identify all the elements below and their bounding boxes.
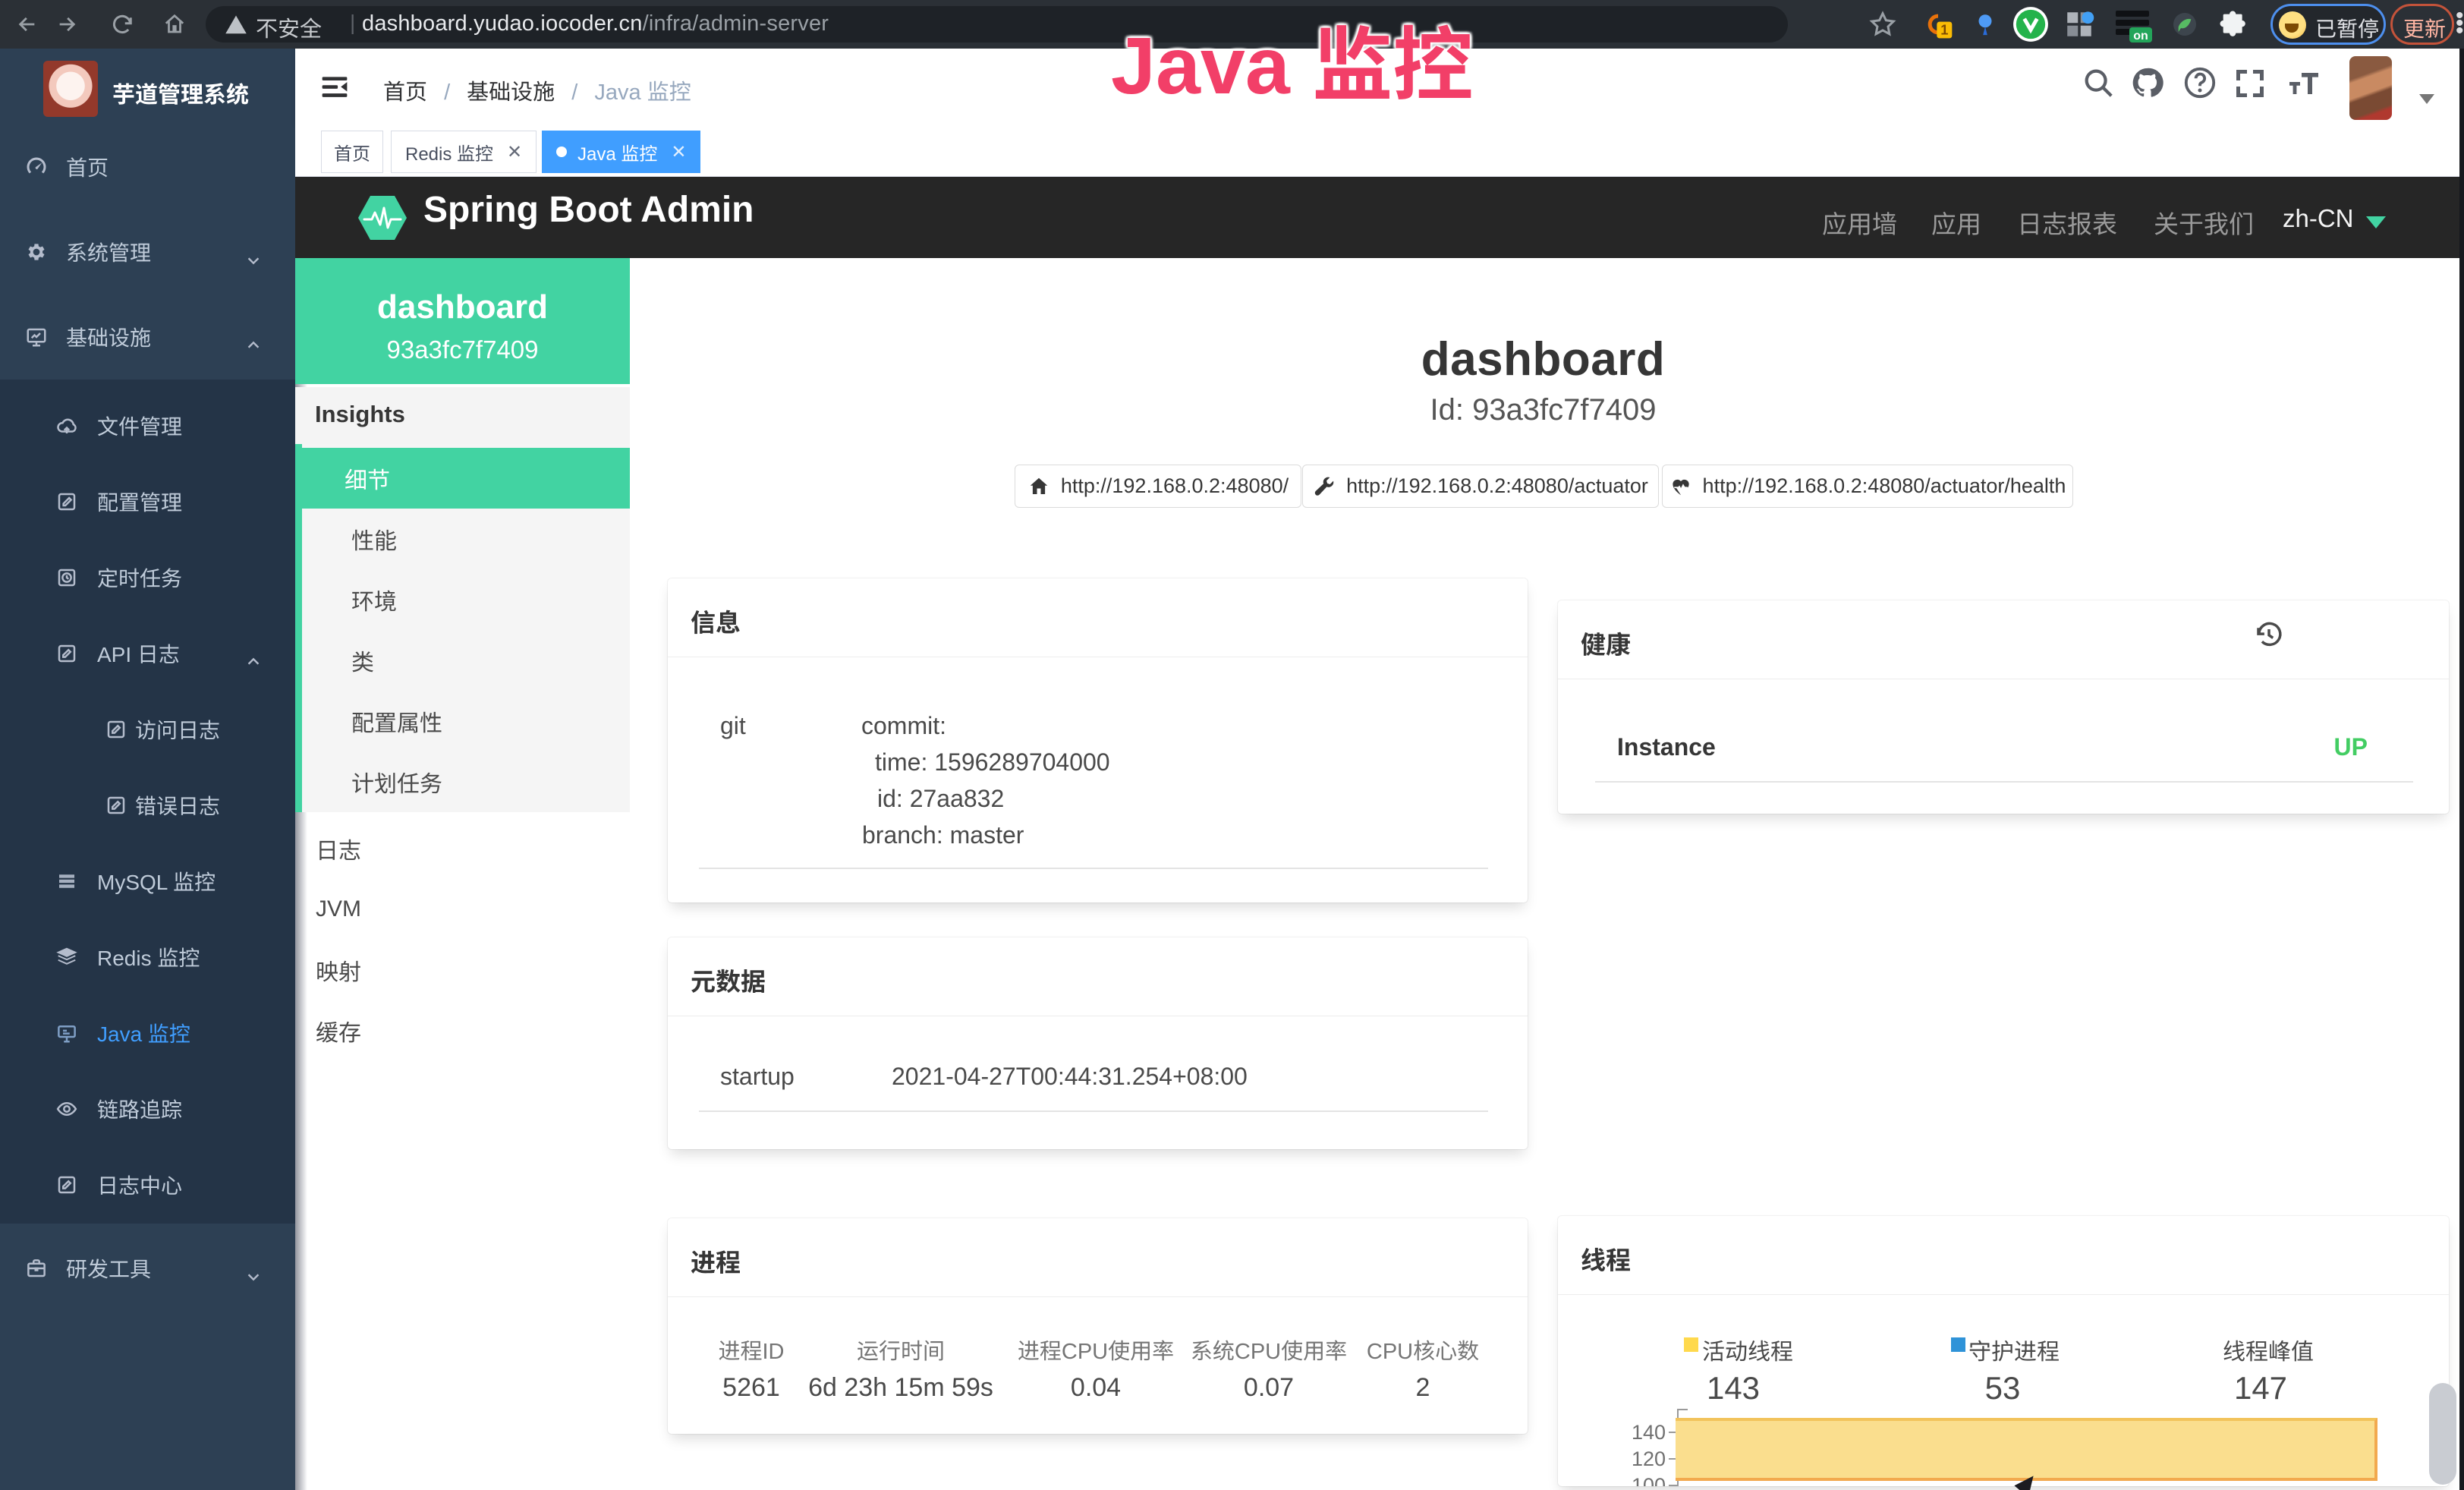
svg-text:on: on [2133, 30, 2148, 43]
svg-text:1: 1 [1940, 21, 1948, 37]
